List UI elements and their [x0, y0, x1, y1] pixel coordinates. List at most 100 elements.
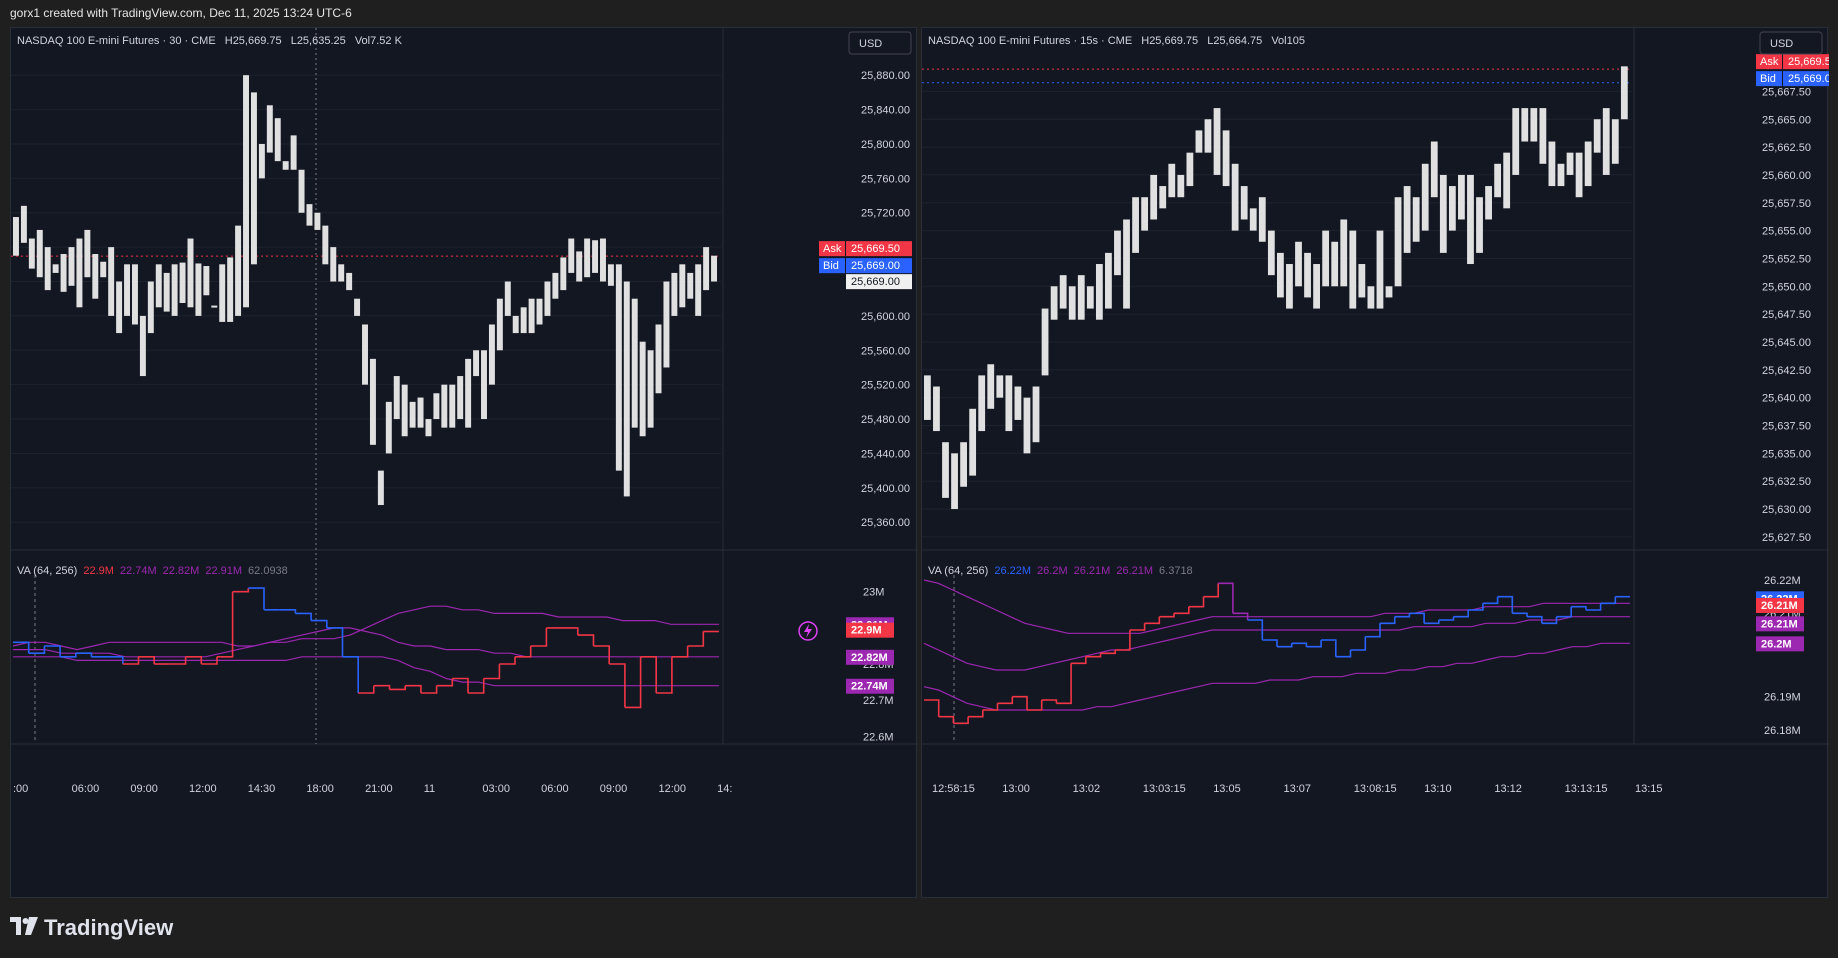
right-symbol-label: NASDAQ 100 E-mini Futures · 15s · CME — [928, 35, 1132, 47]
left-symbol-label: NASDAQ 100 E-mini Futures · 30 · CME — [17, 35, 216, 47]
candle-bar — [298, 169, 305, 213]
candle-bar — [20, 205, 27, 243]
candle-bar — [1448, 186, 1456, 231]
candle-bar — [512, 315, 519, 334]
candle-bar — [187, 238, 194, 308]
price-tick-label: 25,640.00 — [1762, 393, 1811, 405]
candle-bar — [1249, 208, 1257, 231]
price-tick-label: 25,635.00 — [1762, 448, 1811, 460]
candle-bar — [369, 358, 376, 445]
va-band-top — [12, 605, 719, 651]
candle-bar — [1123, 219, 1130, 309]
candle-bar — [615, 264, 622, 471]
candle-bar — [1322, 230, 1330, 287]
va-step-segment — [938, 715, 955, 724]
chart-pane-right[interactable]: 25,667.50 25,665.00 25,662.50 25,660.00 25,6… — [921, 27, 1829, 899]
candle-bar — [1593, 119, 1601, 153]
va-step-segment — [1262, 639, 1278, 647]
va-legend-value: 26.21M — [1074, 565, 1111, 577]
left-vol-value: 7.52 K — [370, 35, 402, 47]
candle-bar — [1530, 108, 1538, 142]
candle-bar — [219, 264, 226, 322]
tradingview-brand[interactable]: TradingView — [10, 915, 173, 941]
candle-bar — [1168, 163, 1176, 198]
right-currency-button[interactable]: USD — [1759, 31, 1823, 55]
candle-bar — [1349, 230, 1357, 309]
candle-bar — [576, 251, 583, 282]
price-tick-label: 25,720.00 — [861, 208, 910, 220]
candle-bar — [584, 238, 591, 278]
candle-bar — [552, 272, 559, 299]
candle-bar — [1195, 130, 1203, 153]
candle-bar — [1584, 141, 1592, 187]
indicator-tick-label: 26.22M — [1764, 575, 1801, 587]
candle-bar — [274, 118, 281, 162]
candle-bar — [1204, 119, 1212, 153]
right-chart-svg[interactable]: 25,667.50 25,665.00 25,662.50 25,660.00 25,6… — [922, 28, 1829, 899]
candle-bar — [600, 238, 606, 282]
price-tick-label: 25,880.00 — [861, 70, 910, 82]
time-tick-label: 09:00 — [600, 783, 628, 795]
candle-bar — [92, 254, 99, 299]
price-tick-label: 25,440.00 — [861, 448, 910, 460]
time-tick-label: 18:00 — [306, 783, 334, 795]
left-time-axis[interactable]: :00 06:00 09:00 12:00 14:30 18:00 21:00 11 03:00… — [13, 783, 732, 795]
candle-bar — [1485, 186, 1492, 220]
candle-bar — [1358, 264, 1366, 298]
left-low-value: 25,635.25 — [297, 35, 346, 47]
indicator-tick-label: 22.7M — [863, 695, 894, 707]
time-tick-label: 06:00 — [541, 783, 569, 795]
indicator-tick-label: 26.19M — [1764, 692, 1801, 704]
candle-bar — [1494, 163, 1502, 198]
va-step-segment — [953, 716, 969, 725]
va-step-segment — [1585, 603, 1602, 611]
candle-bar — [655, 324, 662, 394]
va-band-bot — [923, 642, 1630, 711]
candle-bar — [393, 376, 400, 420]
indicator-value-text: 22.82M — [851, 652, 888, 664]
va-step-segment — [1027, 700, 1043, 711]
left-vol-label: Vol — [355, 35, 370, 47]
price-tick-label: 25,520.00 — [861, 380, 910, 392]
candle-bar — [1503, 152, 1511, 209]
candle-bar — [243, 75, 249, 308]
lightning-icon[interactable] — [798, 621, 818, 641]
chart-pane-left[interactable]: 25,880.00 25,840.00 25,800.00 25,760.00 25,7… — [10, 27, 918, 899]
candle-bar — [250, 92, 257, 265]
va-step-segment — [1218, 582, 1234, 614]
va-step-segment — [75, 652, 93, 657]
candle-bar — [282, 161, 289, 170]
left-chart-svg[interactable]: 25,880.00 25,840.00 25,800.00 25,760.00 25,7… — [11, 28, 918, 899]
candle-bar — [354, 298, 361, 316]
va-step-segment — [279, 609, 297, 614]
candle-bar — [623, 281, 630, 497]
right-low-value: 25,664.75 — [1213, 35, 1262, 47]
candle-bar — [1566, 152, 1574, 175]
va-step-segment — [1335, 650, 1352, 658]
va-step-segment — [1497, 595, 1514, 614]
price-tick-label: 25,360.00 — [861, 517, 910, 529]
candle-bar — [504, 281, 511, 316]
candle-bar — [314, 212, 321, 230]
candle-bar — [1403, 186, 1411, 253]
va-step-segment — [1453, 610, 1469, 618]
candle-bar — [1213, 108, 1221, 175]
va-step-segment — [1600, 596, 1617, 605]
candle-bar — [139, 315, 146, 377]
va-step-segment — [373, 684, 391, 690]
va-legend-title: VA (64, 256) — [17, 565, 77, 577]
time-tick-label: 21:00 — [365, 783, 393, 795]
left-currency-button[interactable]: USD — [848, 31, 912, 55]
candle-bar — [1023, 397, 1031, 454]
bid-price-value: 25,669.00 — [851, 260, 900, 272]
time-tick-label: 12:58:15 — [932, 783, 975, 795]
candle-bar — [195, 263, 202, 316]
va-step-segment — [1350, 636, 1367, 651]
right-price-axis[interactable]: 25,667.50 25,665.00 25,662.50 25,660.00 25,6… — [1756, 54, 1829, 544]
right-time-axis[interactable]: 12:58:15 13:00 13:02 13:03:15 13:05 13:07 13:0… — [932, 783, 1663, 795]
svg-text:NASDAQ 100 E-mini Futures · 15: NASDAQ 100 E-mini Futures · 15s · CME H2… — [928, 35, 1305, 47]
left-price-axis[interactable]: 25,880.00 25,840.00 25,800.00 25,760.00 25,7… — [819, 70, 912, 529]
candle-bar — [1467, 174, 1474, 265]
time-tick-label: 13:15 — [1635, 783, 1663, 795]
candle-bar — [322, 225, 329, 265]
